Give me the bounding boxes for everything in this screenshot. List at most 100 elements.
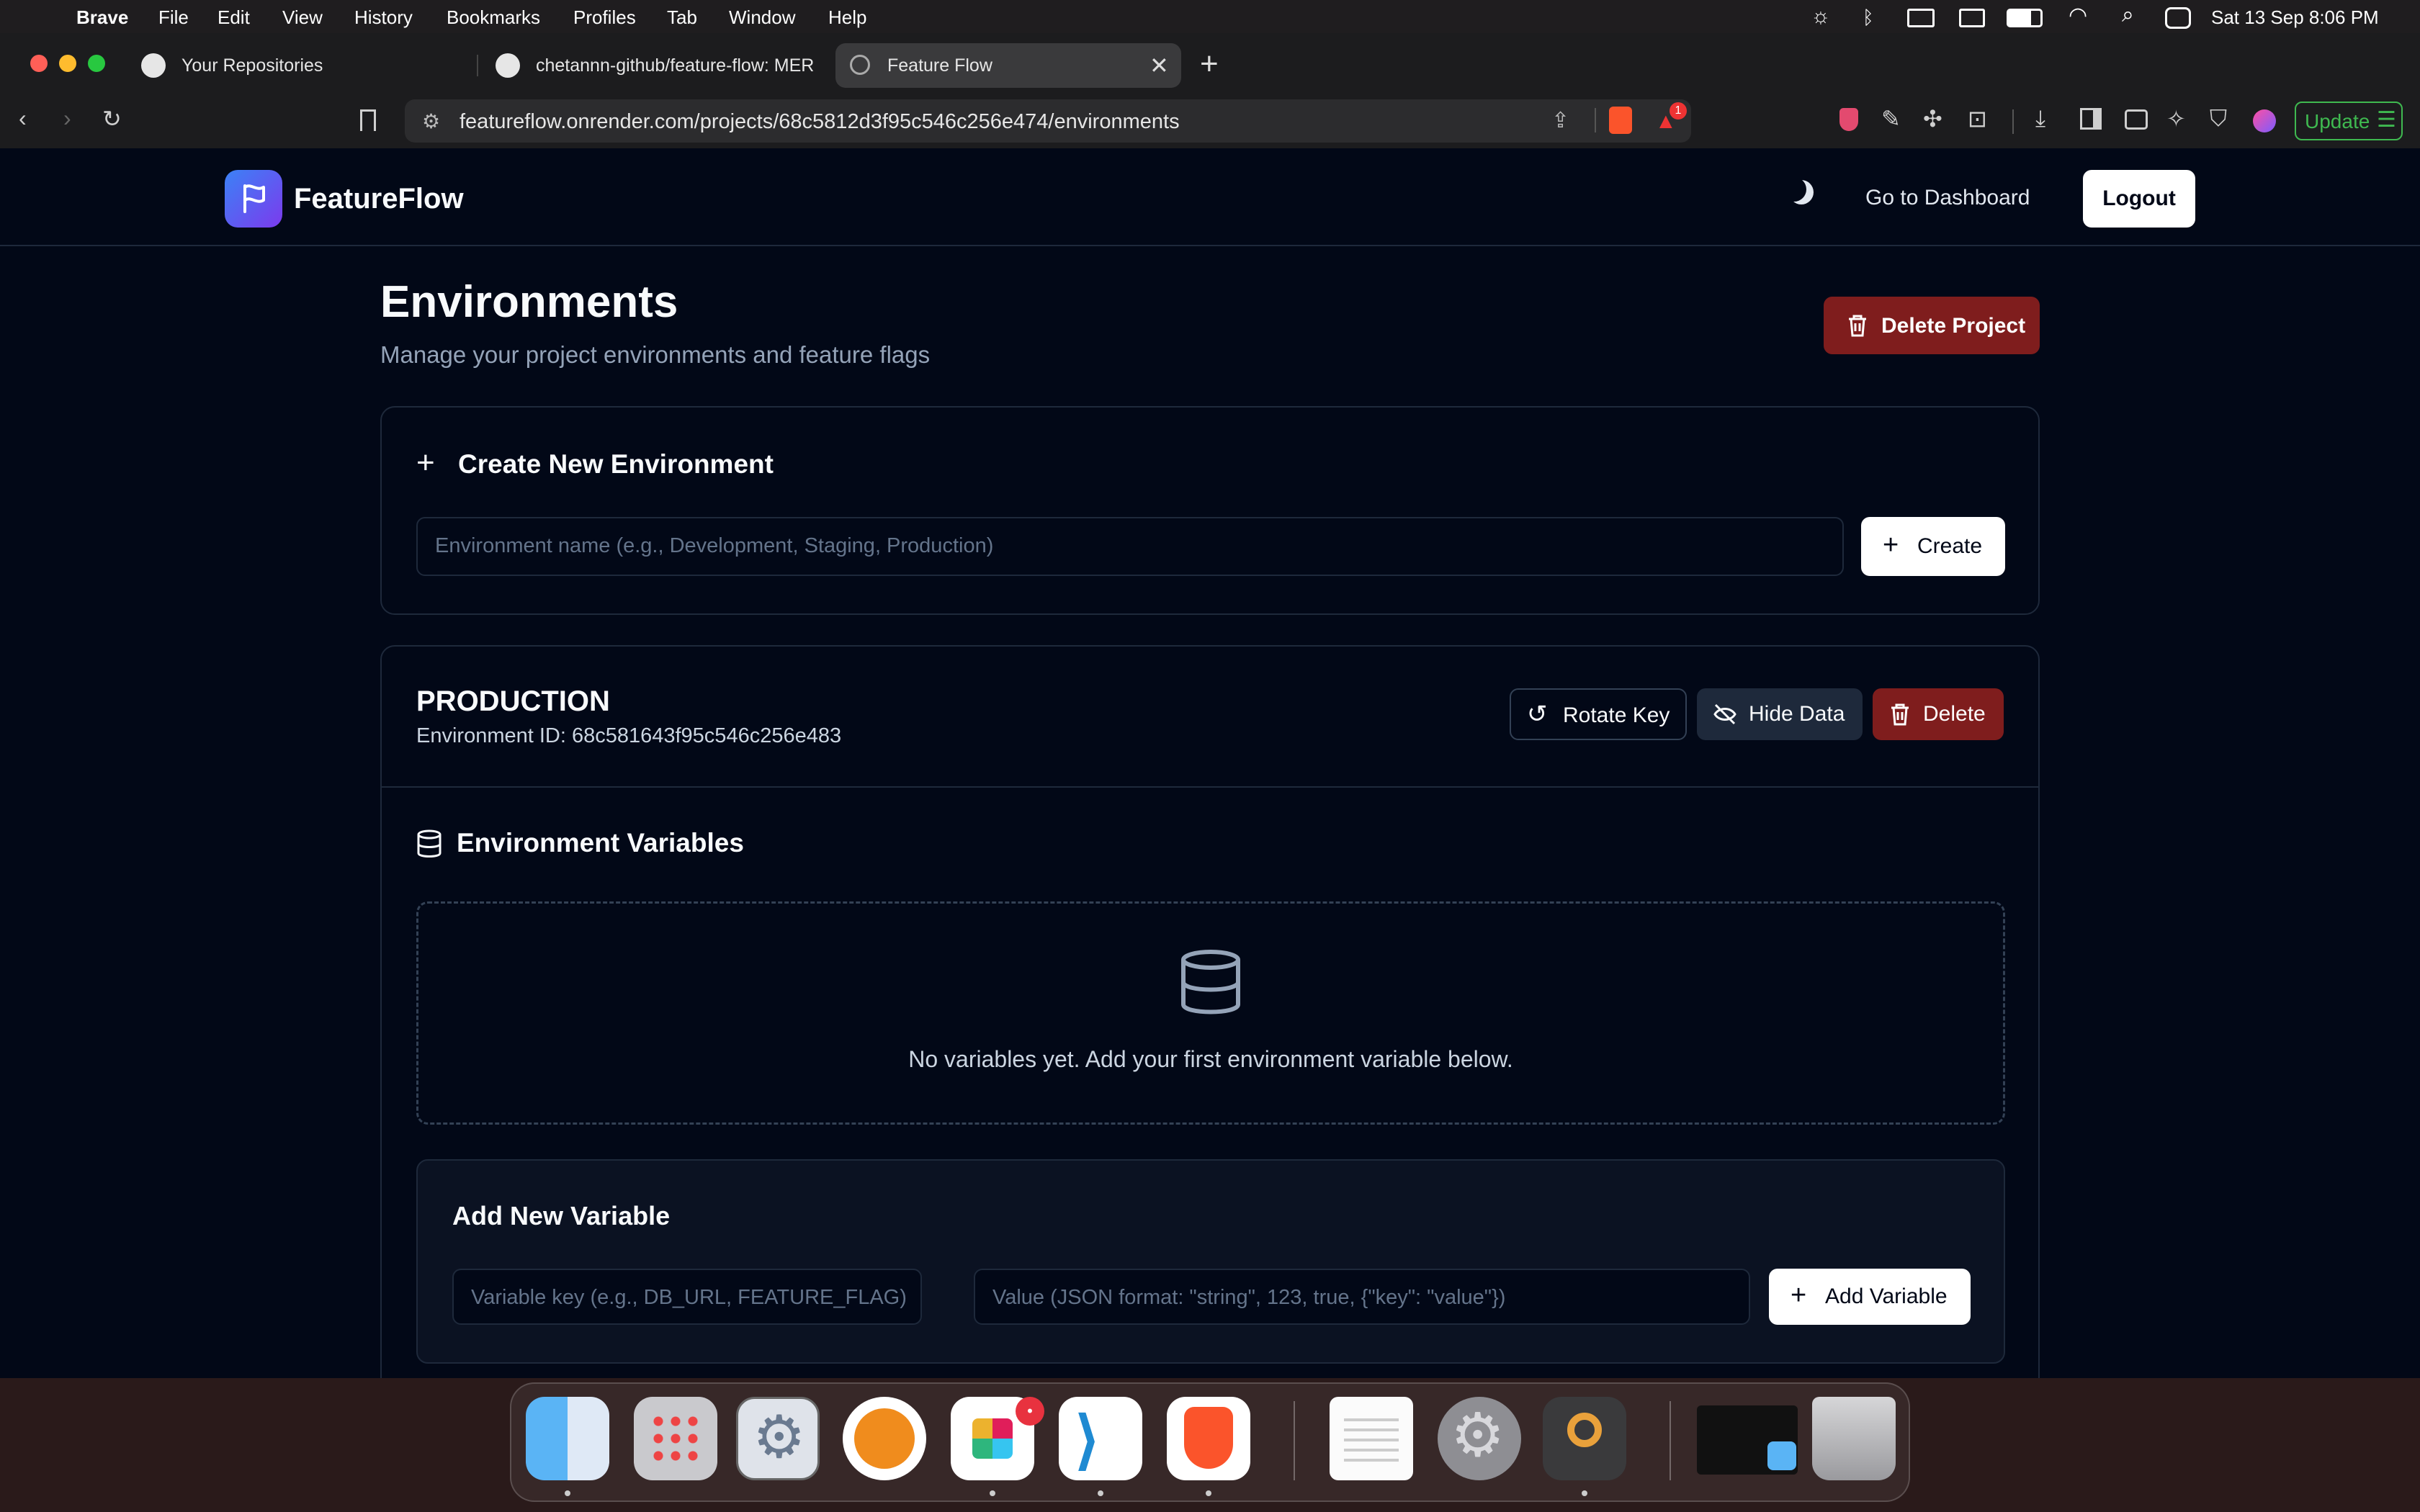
keychain-icon[interactable] bbox=[1543, 1397, 1626, 1480]
window-close-button[interactable] bbox=[30, 55, 48, 72]
menu-help[interactable]: Help bbox=[828, 6, 866, 29]
address-bar-url[interactable]: featureflow.onrender.com/projects/68c581… bbox=[460, 110, 1180, 134]
vscode-icon[interactable]: ⟩ bbox=[1059, 1397, 1142, 1480]
brave-shields-icon[interactable] bbox=[1609, 107, 1632, 134]
delete-environment-button[interactable]: Delete bbox=[1873, 688, 2004, 740]
add-variable-label: Add Variable bbox=[1825, 1284, 1948, 1308]
update-label: Update bbox=[2305, 110, 2370, 132]
browser-tab-bar: Your Repositories chetannn-github/featur… bbox=[0, 33, 2420, 95]
logout-button[interactable]: Logout bbox=[2083, 170, 2195, 228]
system-settings-icon[interactable]: ⚙ bbox=[1438, 1397, 1521, 1480]
wallet-icon[interactable] bbox=[2125, 109, 2148, 130]
tab-your-repositories[interactable]: Your Repositories bbox=[130, 43, 468, 88]
trash-icon bbox=[1891, 703, 1909, 726]
screenshot-icon[interactable]: ⊡ bbox=[1968, 105, 1987, 132]
address-bar[interactable]: ⚙ featureflow.onrender.com/projects/68c5… bbox=[405, 99, 1691, 143]
brave-lion bbox=[1184, 1407, 1233, 1469]
textedit-icon[interactable] bbox=[1330, 1397, 1413, 1480]
gear-glyph: ⚙ bbox=[1451, 1401, 1505, 1469]
site-settings-icon[interactable]: ⚙ bbox=[422, 109, 440, 133]
menu-app-name[interactable]: Brave bbox=[76, 6, 128, 29]
hide-data-label: Hide Data bbox=[1749, 702, 1845, 726]
page-title: Environments bbox=[380, 277, 678, 327]
ublock-extension-icon[interactable] bbox=[1839, 108, 1858, 131]
openvpn-ring bbox=[854, 1408, 915, 1469]
macos-dock: ⚙ • ⟩ ⚙ bbox=[510, 1382, 1910, 1502]
downloads-icon[interactable]: ⤓ bbox=[2035, 105, 2045, 132]
tab-feature-flow-repo[interactable]: chetannn-github/feature-flow: MER bbox=[484, 43, 823, 88]
menu-edit[interactable]: Edit bbox=[218, 6, 250, 29]
menu-window[interactable]: Window bbox=[729, 6, 795, 29]
trash-icon[interactable] bbox=[1812, 1397, 1896, 1480]
tab-title: chetannn-github/feature-flow: MER bbox=[536, 55, 815, 76]
hide-data-button[interactable]: Hide Data bbox=[1697, 688, 1863, 740]
window-preview-icon[interactable] bbox=[1697, 1405, 1798, 1475]
logo-badge[interactable] bbox=[225, 170, 282, 228]
delete-project-button[interactable]: Delete Project bbox=[1824, 297, 2040, 354]
plus-icon: + bbox=[1791, 1280, 1807, 1310]
browser-toolbar: ‹ › ↻ ⚙ featureflow.onrender.com/project… bbox=[0, 95, 2420, 150]
menu-profiles[interactable]: Profiles bbox=[573, 6, 636, 29]
bluetooth-icon[interactable]: ᛒ bbox=[1863, 6, 1874, 29]
finder-icon[interactable] bbox=[526, 1397, 609, 1480]
update-button[interactable]: Update ☰ bbox=[2295, 102, 2403, 140]
brightness-icon[interactable]: ☼ bbox=[1811, 4, 1831, 29]
plus-icon: + bbox=[416, 445, 435, 480]
menu-tab[interactable]: Tab bbox=[667, 6, 697, 29]
launchpad-grid bbox=[650, 1413, 702, 1464]
settings-gear-icon[interactable]: ⚙ bbox=[736, 1397, 820, 1480]
sidebar-icon[interactable] bbox=[2080, 108, 2102, 130]
brave-icon[interactable] bbox=[1167, 1397, 1250, 1480]
variable-value-input[interactable]: Value (JSON format: "string", 123, true,… bbox=[974, 1269, 1750, 1325]
spotlight-search-icon[interactable]: ⌕ bbox=[2122, 3, 2134, 27]
menu-file[interactable]: File bbox=[158, 6, 189, 29]
create-environment-title: Create New Environment bbox=[458, 449, 774, 479]
tab-feature-flow[interactable]: Feature Flow ✕ bbox=[835, 43, 1181, 88]
create-environment-button[interactable]: + Create bbox=[1861, 517, 2005, 576]
add-variable-button[interactable]: + Add Variable bbox=[1769, 1269, 1971, 1325]
vpn-shield-icon[interactable]: ⛉ bbox=[2210, 105, 2227, 132]
extensions-icon[interactable]: ✣ bbox=[1923, 105, 1942, 132]
page-subtitle: Manage your project environments and fea… bbox=[380, 341, 931, 368]
new-tab-icon[interactable]: + bbox=[1200, 46, 1219, 82]
back-icon[interactable]: ‹ bbox=[19, 105, 27, 132]
tab-divider bbox=[477, 55, 478, 76]
bookmark-icon[interactable] bbox=[360, 109, 376, 131]
keyboard-icon[interactable] bbox=[1959, 9, 1985, 27]
menu-icon: ☰ bbox=[2377, 108, 2396, 132]
forward-icon[interactable]: › bbox=[63, 105, 71, 132]
slack-badge: • bbox=[1016, 1397, 1044, 1426]
leo-ai-icon[interactable]: ✧ bbox=[2166, 105, 2186, 132]
tab-close-icon[interactable]: ✕ bbox=[1150, 52, 1169, 79]
eye-off-icon bbox=[1713, 703, 1736, 725]
color-picker-icon[interactable]: ✎ bbox=[1881, 105, 1901, 132]
profile-avatar[interactable] bbox=[2253, 109, 2276, 132]
moon-icon[interactable] bbox=[1789, 180, 1814, 204]
running-indicator bbox=[1582, 1490, 1587, 1496]
menu-clock[interactable]: Sat 13 Sep 8:06 PM bbox=[2211, 6, 2379, 29]
running-indicator bbox=[1098, 1490, 1103, 1496]
plus-icon: + bbox=[1883, 530, 1899, 560]
brand-name[interactable]: FeatureFlow bbox=[294, 183, 464, 215]
menu-bookmarks[interactable]: Bookmarks bbox=[447, 6, 540, 29]
rotate-icon: ↺ bbox=[1527, 701, 1548, 728]
menu-view[interactable]: View bbox=[282, 6, 323, 29]
wifi-icon[interactable]: ◠ bbox=[2069, 3, 2087, 28]
variable-key-input[interactable]: Variable key (e.g., DB_URL, FEATURE_FLAG… bbox=[452, 1269, 922, 1325]
app-navbar: FeatureFlow Go to Dashboard Logout bbox=[0, 148, 2420, 246]
share-icon[interactable]: ⇪ bbox=[1551, 108, 1569, 133]
launchpad-icon[interactable] bbox=[634, 1397, 717, 1480]
add-variable-panel: Add New Variable Variable key (e.g., DB_… bbox=[416, 1159, 2005, 1364]
environment-name-input[interactable]: Environment name (e.g., Development, Sta… bbox=[416, 517, 1844, 576]
battery-icon[interactable] bbox=[2007, 9, 2043, 27]
control-center-icon[interactable] bbox=[2165, 7, 2191, 29]
go-to-dashboard-link[interactable]: Go to Dashboard bbox=[1865, 186, 2030, 210]
display-icon[interactable] bbox=[1907, 9, 1935, 27]
menu-history[interactable]: History bbox=[354, 6, 413, 29]
create-label: Create bbox=[1917, 534, 1983, 558]
window-zoom-button[interactable] bbox=[88, 55, 105, 72]
window-minimize-button[interactable] bbox=[59, 55, 76, 72]
reload-icon[interactable]: ↻ bbox=[102, 105, 122, 132]
rotate-key-button[interactable]: ↺ Rotate Key bbox=[1510, 688, 1687, 740]
openvpn-icon[interactable] bbox=[843, 1397, 926, 1480]
